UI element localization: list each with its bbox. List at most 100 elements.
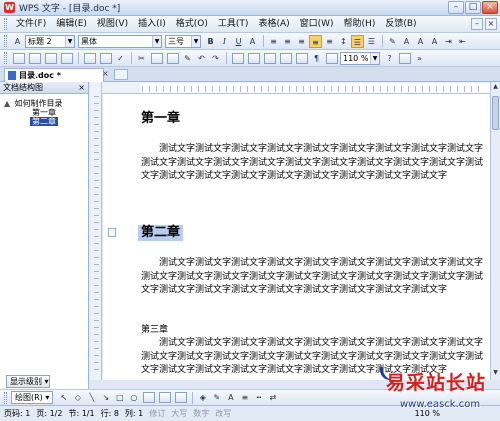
- menu-feedback[interactable]: 反馈(B): [380, 17, 421, 32]
- bullets-icon[interactable]: ☰: [351, 34, 364, 48]
- toolbar-grip[interactable]: [4, 18, 7, 30]
- italic-icon[interactable]: I: [218, 35, 231, 48]
- picture-icon[interactable]: [175, 392, 188, 403]
- dash-style-icon[interactable]: ┅: [252, 391, 265, 404]
- align-right-icon[interactable]: ≡: [295, 35, 308, 48]
- menu-table[interactable]: 表格(A): [253, 17, 294, 32]
- print-icon[interactable]: [84, 52, 96, 64]
- paragraph-mark-icon[interactable]: ¶: [310, 52, 323, 65]
- minimize-button[interactable]: –: [448, 1, 464, 14]
- close-button[interactable]: ×: [482, 1, 498, 14]
- export-pdf-icon[interactable]: [61, 52, 73, 64]
- copy-icon[interactable]: [151, 52, 163, 64]
- font-color-icon[interactable]: A: [224, 391, 237, 404]
- line-style-icon[interactable]: ≡: [238, 391, 251, 404]
- scrollbar-thumb[interactable]: [492, 96, 499, 130]
- draw-menu-button[interactable]: 绘图(R) ▾: [11, 391, 54, 404]
- status-overtype[interactable]: 改写: [215, 408, 237, 419]
- columns-icon[interactable]: [248, 52, 260, 64]
- shrink-font-icon[interactable]: A: [428, 35, 441, 48]
- grow-font-icon[interactable]: A: [414, 35, 427, 48]
- line-icon[interactable]: ╲: [85, 391, 98, 404]
- vertical-scrollbar[interactable]: ▲ ▼: [490, 82, 500, 380]
- chart-icon[interactable]: [280, 52, 292, 64]
- toolbar-overflow-icon[interactable]: »: [413, 52, 426, 65]
- toolbar-grip[interactable]: [4, 35, 7, 47]
- indent-icon[interactable]: ⇥: [442, 35, 455, 48]
- print-preview-icon[interactable]: [100, 52, 112, 64]
- paste-icon[interactable]: [167, 52, 179, 64]
- tab-document[interactable]: 目录.doc *: [4, 68, 104, 82]
- align-center-icon[interactable]: ≡: [281, 35, 294, 48]
- text-color-icon[interactable]: A: [400, 35, 413, 48]
- save-icon[interactable]: [45, 52, 57, 64]
- menu-window[interactable]: 窗口(W): [295, 17, 339, 32]
- menu-edit[interactable]: 编辑(E): [51, 17, 92, 32]
- font-size-select[interactable]: 三号 ▼: [165, 34, 201, 48]
- picture-icon[interactable]: [264, 52, 276, 64]
- align-left-icon[interactable]: ≡: [267, 35, 280, 48]
- style-select[interactable]: 标题 2 ▼: [25, 34, 75, 48]
- new-tab-button[interactable]: [114, 69, 128, 80]
- separator: [382, 35, 383, 47]
- vertical-ruler[interactable]: [90, 82, 102, 380]
- help-icon[interactable]: ?: [383, 52, 396, 65]
- minimize-doc-icon[interactable]: –: [471, 18, 483, 30]
- font-color-icon[interactable]: A: [246, 35, 259, 48]
- menu-insert[interactable]: 插入(I): [133, 17, 171, 32]
- scroll-up-icon[interactable]: ▲: [491, 83, 500, 93]
- numbering-icon[interactable]: ☰: [365, 35, 378, 48]
- document-map-icon[interactable]: [326, 52, 338, 64]
- toolbar-grip[interactable]: [4, 52, 7, 64]
- zoom-select[interactable]: 110 % ▼: [340, 51, 380, 65]
- oval-icon[interactable]: ○: [127, 391, 140, 404]
- bold-icon[interactable]: B: [204, 35, 217, 48]
- justify-icon[interactable]: ≡: [309, 34, 322, 48]
- spellcheck-icon[interactable]: ✓: [114, 52, 127, 65]
- line-spacing-icon[interactable]: ↕: [337, 35, 350, 48]
- redo-icon[interactable]: ↷: [209, 52, 222, 65]
- format-painter-icon[interactable]: ✎: [181, 52, 194, 65]
- separator: [131, 52, 132, 64]
- textbox-icon[interactable]: [143, 392, 156, 403]
- textbox-icon[interactable]: [296, 52, 308, 64]
- select-pointer-icon[interactable]: ↖: [57, 391, 70, 404]
- show-level-button[interactable]: 显示级别 ▾: [6, 375, 50, 388]
- menu-tools[interactable]: 工具(T): [213, 17, 254, 32]
- table-icon[interactable]: [232, 52, 244, 64]
- outdent-icon[interactable]: ⇤: [456, 35, 469, 48]
- menu-file[interactable]: 文件(F): [11, 17, 51, 32]
- options-icon[interactable]: [399, 52, 411, 64]
- tab-close-icon[interactable]: ×: [102, 69, 109, 78]
- wordart-icon[interactable]: [159, 392, 172, 403]
- line-color-icon[interactable]: ✎: [210, 391, 223, 404]
- tree-item-chapter-1[interactable]: 第一章: [30, 108, 58, 117]
- fill-color-icon[interactable]: ◈: [196, 391, 209, 404]
- cut-icon[interactable]: ✂: [135, 52, 148, 65]
- collapse-toggle-icon[interactable]: ▲: [4, 99, 12, 108]
- distribute-icon[interactable]: ≡: [323, 35, 336, 48]
- menu-view[interactable]: 视图(V): [92, 17, 133, 32]
- styles-icon[interactable]: A: [11, 35, 24, 48]
- menu-format[interactable]: 格式(O): [171, 17, 213, 32]
- highlight-icon[interactable]: ✎: [386, 35, 399, 48]
- close-doc-icon[interactable]: ×: [485, 18, 497, 30]
- menu-help[interactable]: 帮助(H): [339, 17, 381, 32]
- maximize-button[interactable]: □: [465, 1, 481, 14]
- tree-item-chapter-2[interactable]: 第二章: [30, 117, 58, 126]
- status-revision[interactable]: 修订: [149, 408, 171, 419]
- font-select[interactable]: 黑体 ▼: [78, 34, 162, 48]
- autoshapes-icon[interactable]: ◇: [71, 391, 84, 404]
- horizontal-ruler[interactable]: [102, 82, 490, 94]
- document-icon: [8, 71, 16, 80]
- new-document-icon[interactable]: [13, 52, 25, 64]
- open-folder-icon[interactable]: [29, 52, 41, 64]
- arrow-icon[interactable]: ↘: [99, 391, 112, 404]
- toolbar-grip[interactable]: [4, 391, 7, 404]
- document-page[interactable]: 第一章 测试文字测试文字测试文字测试文字测试文字测试文字测试文字测试文字测试文字…: [103, 94, 490, 380]
- arrow-style-icon[interactable]: ⇄: [266, 391, 279, 404]
- rectangle-icon[interactable]: □: [113, 391, 126, 404]
- undo-icon[interactable]: ↶: [195, 52, 208, 65]
- close-icon[interactable]: ×: [78, 82, 85, 94]
- underline-icon[interactable]: U: [232, 35, 245, 48]
